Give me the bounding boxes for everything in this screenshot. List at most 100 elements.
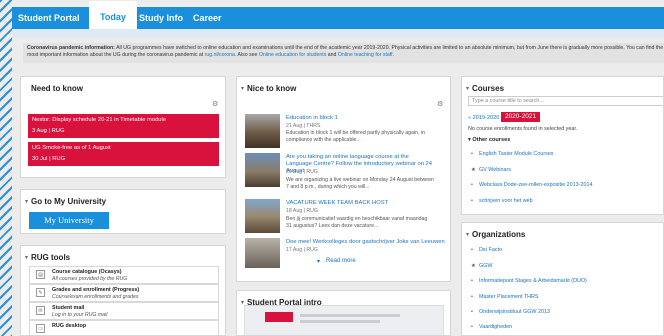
gear-icon[interactable]: ⚙ (212, 100, 218, 108)
alert-card[interactable]: UG Smoke-free as of 1 August 30 Jul | RU… (28, 142, 219, 166)
notice-link-corona[interactable]: rug.nl/corona (205, 52, 235, 58)
tool-item[interactable]: ▤ Course catalogue (Ocasys) All courses … (29, 266, 219, 284)
rug-tools-panel: ▾ RUG tools ▤ Course catalogue (Ocasys) … (20, 245, 226, 336)
desktop-icon: ▭ (36, 324, 45, 333)
tab-career[interactable]: Career (193, 7, 222, 29)
notice-text: . Also see (234, 52, 259, 58)
org-link[interactable]: Informatiepunt Stages & Arbeidsmarkt (DU… (479, 278, 587, 284)
panel-title: Nice to know (247, 84, 297, 93)
course-link[interactable]: Webclass Dode-zee-rollen-expositie 2013-… (479, 182, 592, 188)
alert-source: RUG (52, 156, 66, 162)
tool-title: RUG desktop (52, 323, 87, 329)
logo-block (265, 312, 293, 322)
tool-title: Course catalogue (Ocasys) (52, 269, 122, 275)
no-enrollments-message: No course enrollments found in selected … (468, 126, 578, 132)
tab-today[interactable]: Today (89, 1, 137, 29)
panel-title: Courses (472, 84, 505, 93)
news-meta: 18 Aug | RUG (286, 208, 318, 214)
nice-to-know-panel: ▾ Nice to know ⚙ Education in block 1 21… (236, 76, 451, 282)
tool-desc: Log in to your RUG mail (52, 311, 108, 318)
other-courses-label[interactable]: ▾ Other courses (468, 137, 510, 143)
catalogue-icon: ▤ (36, 270, 45, 279)
tool-item[interactable]: ✎ Grades and enrollment (Progress) Cours… (29, 284, 219, 302)
current-year-badge[interactable]: 2020-2021 (501, 112, 540, 122)
notice-heading: Coronavirus pandemic information: (27, 45, 115, 51)
org-link[interactable]: Onderwijsinstituut GGW 2013 (479, 309, 550, 315)
news-meta: 21 Aug | THRS (286, 123, 321, 129)
course-icon: • (471, 151, 473, 157)
mail-icon: ✉ (36, 306, 45, 315)
star-icon: ★ (471, 263, 476, 269)
news-title[interactable]: VACATURE WEEK TEAM BACK HOST (286, 200, 388, 206)
collapse-icon[interactable]: ▾ (466, 85, 469, 92)
alert-title: UG Smoke-free as of 1 August (32, 145, 111, 151)
my-university-button[interactable]: My University (29, 212, 109, 229)
course-link[interactable]: GV Webinars (479, 167, 511, 173)
org-icon: • (471, 309, 473, 315)
tool-desc: All courses provided by the RUG (52, 275, 128, 282)
news-image[interactable] (245, 153, 280, 187)
star-icon: ★ (471, 167, 476, 173)
notice-text: and (326, 52, 338, 58)
news-image[interactable] (245, 238, 280, 268)
notice-link-students[interactable]: Online education for students (259, 52, 326, 58)
placeholder-line (300, 314, 400, 317)
panel-title: Organizations (472, 230, 526, 239)
organizations-panel: ▾ Organizations • Dei Facto ★ GGW • Info… (461, 222, 664, 336)
tool-title: Student mail (52, 305, 85, 311)
org-link[interactable]: GGW (479, 263, 492, 269)
top-nav: Student Portal Today Study Info Career (12, 1, 664, 29)
gear-icon[interactable]: ⚙ (437, 100, 443, 108)
org-icon: • (471, 294, 473, 300)
intro-image (244, 305, 444, 335)
tool-desc: Course/exam enrollments and grades (52, 293, 139, 300)
collapse-icon[interactable]: ▾ (25, 254, 28, 261)
placeholder-line (300, 320, 380, 323)
course-search-input[interactable]: Type a course title to search... (468, 96, 663, 106)
panel-title: Go to My University (31, 197, 107, 206)
course-icon: • (471, 198, 473, 204)
alert-title: Nestor: Display schedule 20-21 in Timeta… (32, 117, 167, 123)
tool-item[interactable]: ▭ RUG desktop (29, 320, 219, 335)
alert-source: RUG (51, 128, 65, 134)
prev-year-link[interactable]: « 2019-2020 (468, 115, 499, 121)
read-more-link[interactable]: Read more (326, 258, 356, 264)
need-to-know-panel: Need to know ⚙ Nestor: Display schedule … (20, 76, 226, 178)
org-link[interactable]: Dei Facto (479, 247, 502, 253)
news-meta: 17 Aug | RUG (286, 247, 318, 253)
sub-nav-bar (12, 29, 664, 38)
other-courses-text: Other courses (472, 137, 511, 143)
notice-text: . (392, 52, 395, 58)
alert-date: 3 Aug (32, 128, 47, 134)
news-image[interactable] (245, 114, 280, 148)
panel-title: Need to know (31, 84, 84, 93)
org-icon: • (471, 247, 473, 253)
course-link[interactable]: English Taster Module Courses (479, 151, 554, 157)
org-link[interactable]: Master Placement THRS (479, 294, 539, 300)
news-title[interactable]: Doe mee! Werkcolleges door gastschrijver… (286, 239, 445, 245)
notice-link-staff[interactable]: Online teaching for staff (338, 52, 393, 58)
tool-item[interactable]: ✉ Student mail Log in to your RUG mail (29, 302, 219, 320)
chevron-down-icon: ▾ (317, 259, 321, 265)
org-link[interactable]: Vaardigheden (479, 324, 512, 330)
collapse-icon[interactable]: ▾ (466, 231, 469, 238)
alert-card[interactable]: Nestor: Display schedule 20-21 in Timeta… (28, 114, 219, 138)
news-desc: Education in block 1 will be offered par… (286, 130, 425, 143)
collapse-icon[interactable]: ▾ (25, 198, 28, 205)
go-to-university-panel: ▾ Go to My University My University (20, 189, 226, 234)
course-link[interactable]: schrijven voor het web (479, 198, 533, 204)
grades-icon: ✎ (36, 288, 45, 297)
panel-title: RUG tools (31, 253, 71, 262)
news-meta: 20 Aug | RUG (286, 169, 318, 175)
portal-intro-panel: ▾ Student Portal intro (236, 290, 451, 336)
news-image[interactable] (245, 199, 280, 233)
brand-title[interactable]: Student Portal (18, 7, 80, 29)
collapse-icon[interactable]: ▾ (241, 85, 244, 92)
tab-study-info[interactable]: Study Info (139, 7, 183, 29)
alert-date: 30 Jul (32, 156, 48, 162)
org-icon: • (471, 324, 473, 330)
decorative-stripes (0, 0, 12, 336)
course-icon: • (471, 182, 473, 188)
news-desc: Ben jij communicatief vaardig en beschik… (286, 216, 428, 229)
news-title[interactable]: Education in block 1 (286, 115, 338, 121)
